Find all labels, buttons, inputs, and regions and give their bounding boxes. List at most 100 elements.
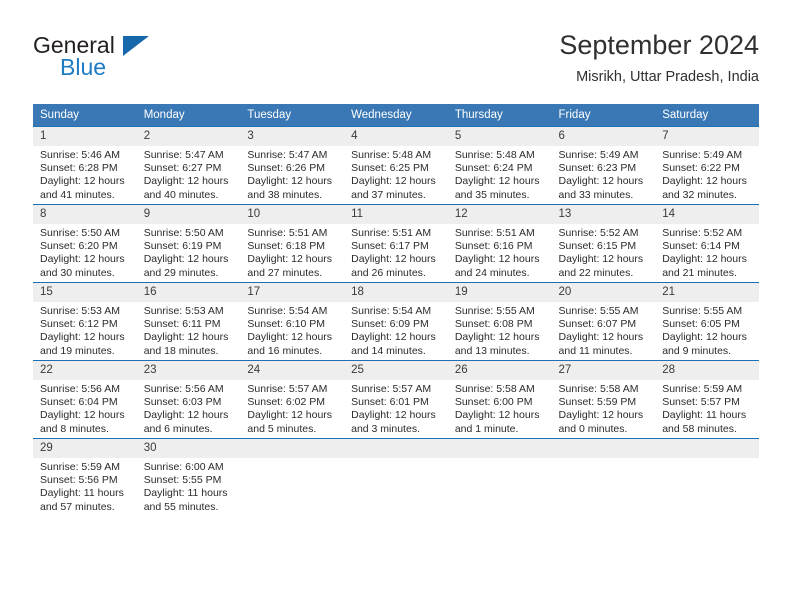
daylight-text-line1: Daylight: 12 hours xyxy=(143,409,229,422)
daylight-text-line2: and 1 minute. xyxy=(454,422,519,435)
day-number: 15 xyxy=(33,283,137,302)
day-number: 21 xyxy=(655,283,759,302)
daylight-text-line1: Daylight: 12 hours xyxy=(351,253,436,266)
day-number xyxy=(447,439,552,458)
daylight-text-line2: and 26 minutes. xyxy=(351,266,426,279)
day-number: 11 xyxy=(344,205,448,224)
daylight-text-line1: Daylight: 12 hours xyxy=(247,175,333,188)
calendar-day-cell[interactable]: 26 Sunrise: 5:58 AM Sunset: 6:00 PM Dayligh… xyxy=(447,360,552,439)
day-details: Sunrise: 6:00 AM Sunset: 5:55 PM Daylight:… xyxy=(137,458,241,514)
sunset-text: Sunset: 6:15 PM xyxy=(558,240,637,253)
day-details: Sunrise: 5:50 AM Sunset: 6:20 PM Daylight:… xyxy=(33,224,137,280)
day-details: Sunrise: 5:59 AM Sunset: 5:57 PM Daylight:… xyxy=(655,380,759,436)
daylight-text-line2: and 9 minutes. xyxy=(662,344,732,357)
calendar-day-cell[interactable]: 9 Sunrise: 5:50 AM Sunset: 6:19 PM Daylight… xyxy=(136,204,241,283)
calendar-day-cell[interactable]: 15 Sunrise: 5:53 AM Sunset: 6:12 PM Dayligh… xyxy=(33,282,137,361)
daylight-text-line1: Daylight: 12 hours xyxy=(454,175,540,188)
day-details: Sunrise: 5:53 AM Sunset: 6:12 PM Daylight:… xyxy=(33,302,137,358)
sunrise-text: Sunrise: 5:47 AM xyxy=(143,149,224,161)
sunrise-text: Sunrise: 5:53 AM xyxy=(143,305,224,317)
daylight-text-line2: and 29 minutes. xyxy=(143,266,219,279)
title-block: September 2024 Misrikh, Uttar Pradesh, I… xyxy=(559,28,759,88)
sunset-text: Sunset: 5:55 PM xyxy=(143,474,222,487)
day-details: Sunrise: 5:50 AM Sunset: 6:19 PM Daylight:… xyxy=(137,224,241,280)
sunset-text: Sunset: 6:04 PM xyxy=(40,396,118,409)
calendar-day-cell[interactable]: 1 Sunrise: 5:46 AM Sunset: 6:28 PM Daylight… xyxy=(33,126,137,205)
calendar-day-cell[interactable]: 25 Sunrise: 5:57 AM Sunset: 6:01 PM Dayligh… xyxy=(344,360,448,439)
daylight-text-line2: and 5 minutes. xyxy=(247,422,317,435)
calendar-day-cell[interactable]: 13 Sunrise: 5:52 AM Sunset: 6:15 PM Dayligh… xyxy=(551,204,656,283)
calendar-day-cell[interactable]: 8 Sunrise: 5:50 AM Sunset: 6:20 PM Daylight… xyxy=(33,204,137,283)
sunset-text: Sunset: 6:27 PM xyxy=(143,162,222,175)
day-number: 17 xyxy=(240,283,345,302)
calendar-day-cell[interactable]: 5 Sunrise: 5:48 AM Sunset: 6:24 PM Daylight… xyxy=(447,126,552,205)
daylight-text-line2: and 3 minutes. xyxy=(351,422,420,435)
weekday-header-tuesday: Tuesday xyxy=(240,104,345,127)
sunrise-text: Sunrise: 5:50 AM xyxy=(143,227,224,239)
weekday-header-monday: Monday xyxy=(136,104,241,127)
day-details: Sunrise: 5:49 AM Sunset: 6:22 PM Daylight:… xyxy=(655,146,759,202)
daylight-text-line2: and 19 minutes. xyxy=(40,344,115,357)
daylight-text-line1: Daylight: 12 hours xyxy=(351,409,436,422)
weekday-header-saturday: Saturday xyxy=(655,104,759,127)
calendar-day-cell[interactable]: 7 Sunrise: 5:49 AM Sunset: 6:22 PM Daylight… xyxy=(655,126,759,205)
calendar-day-cell[interactable]: 23 Sunrise: 5:56 AM Sunset: 6:03 PM Dayligh… xyxy=(136,360,241,439)
daylight-text-line2: and 40 minutes. xyxy=(143,188,219,201)
calendar-day-cell[interactable]: 29 Sunrise: 5:59 AM Sunset: 5:56 PM Dayligh… xyxy=(33,438,137,516)
sunrise-text: Sunrise: 5:48 AM xyxy=(454,149,535,161)
calendar-day-cell[interactable]: 16 Sunrise: 5:53 AM Sunset: 6:11 PM Dayligh… xyxy=(136,282,241,361)
daylight-text-line1: Daylight: 12 hours xyxy=(454,253,540,266)
calendar-week-row: 22 Sunrise: 5:56 AM Sunset: 6:04 PM Dayligh… xyxy=(33,360,759,439)
sunrise-text: Sunrise: 5:48 AM xyxy=(351,149,432,161)
calendar-day-cell[interactable]: 10 Sunrise: 5:51 AM Sunset: 6:18 PM Dayligh… xyxy=(240,204,345,283)
calendar-day-cell[interactable]: 21 Sunrise: 5:55 AM Sunset: 6:05 PM Dayligh… xyxy=(655,282,759,361)
calendar-day-cell[interactable]: 22 Sunrise: 5:56 AM Sunset: 6:04 PM Dayligh… xyxy=(33,360,137,439)
daylight-text-line1: Daylight: 12 hours xyxy=(247,253,333,266)
day-details: Sunrise: 5:59 AM Sunset: 5:56 PM Daylight:… xyxy=(33,458,137,514)
sunrise-text: Sunrise: 5:51 AM xyxy=(247,227,328,239)
brand-logo[interactable]: General Blue xyxy=(33,32,253,90)
calendar-day-cell[interactable]: 14 Sunrise: 5:52 AM Sunset: 6:14 PM Dayligh… xyxy=(655,204,759,283)
calendar-day-cell[interactable]: 17 Sunrise: 5:54 AM Sunset: 6:10 PM Dayligh… xyxy=(240,282,345,361)
day-number: 16 xyxy=(136,283,241,302)
calendar-day-cell[interactable]: 19 Sunrise: 5:55 AM Sunset: 6:08 PM Dayligh… xyxy=(447,282,552,361)
day-details: Sunrise: 5:56 AM Sunset: 6:03 PM Daylight:… xyxy=(137,380,241,436)
calendar-day-cell[interactable]: 4 Sunrise: 5:48 AM Sunset: 6:25 PM Daylight… xyxy=(344,126,448,205)
day-number: 1 xyxy=(33,127,137,146)
day-number: 24 xyxy=(240,361,345,380)
sunrise-text: Sunrise: 5:52 AM xyxy=(662,227,743,239)
day-details: Sunrise: 5:55 AM Sunset: 6:05 PM Daylight:… xyxy=(655,302,759,358)
day-number: 27 xyxy=(551,361,656,380)
calendar-day-cell[interactable]: 24 Sunrise: 5:57 AM Sunset: 6:02 PM Dayligh… xyxy=(240,360,345,439)
daylight-text-line1: Daylight: 12 hours xyxy=(247,409,333,422)
daylight-text-line2: and 8 minutes. xyxy=(40,422,109,435)
day-number: 3 xyxy=(240,127,345,146)
calendar-day-cell[interactable]: 11 Sunrise: 5:51 AM Sunset: 6:17 PM Dayligh… xyxy=(344,204,448,283)
day-details: Sunrise: 5:54 AM Sunset: 6:10 PM Daylight:… xyxy=(240,302,344,358)
triangle-icon xyxy=(123,36,149,56)
sunset-text: Sunset: 6:12 PM xyxy=(40,318,118,331)
page-title: September 2024 xyxy=(559,30,759,60)
day-number: 30 xyxy=(136,439,241,458)
daylight-text-line2: and 57 minutes. xyxy=(40,500,115,513)
calendar-day-cell[interactable]: 28 Sunrise: 5:59 AM Sunset: 5:57 PM Dayligh… xyxy=(655,360,759,439)
daylight-text-line2: and 35 minutes. xyxy=(454,188,530,201)
daylight-text-line2: and 13 minutes. xyxy=(454,344,530,357)
day-details: Sunrise: 5:55 AM Sunset: 6:08 PM Daylight:… xyxy=(448,302,552,358)
daylight-text-line1: Daylight: 12 hours xyxy=(558,331,644,344)
calendar-day-cell[interactable]: 30 Sunrise: 6:00 AM Sunset: 5:55 PM Dayligh… xyxy=(136,438,241,516)
daylight-text-line1: Daylight: 12 hours xyxy=(143,331,229,344)
daylight-text-line2: and 11 minutes. xyxy=(558,344,633,357)
calendar-day-cell[interactable]: 20 Sunrise: 5:55 AM Sunset: 6:07 PM Dayligh… xyxy=(551,282,656,361)
calendar-day-cell[interactable]: 2 Sunrise: 5:47 AM Sunset: 6:27 PM Daylight… xyxy=(136,126,241,205)
calendar-day-cell[interactable]: 18 Sunrise: 5:54 AM Sunset: 6:09 PM Dayligh… xyxy=(344,282,448,361)
daylight-text-line1: Daylight: 12 hours xyxy=(143,253,229,266)
calendar-day-cell[interactable]: 27 Sunrise: 5:58 AM Sunset: 5:59 PM Dayligh… xyxy=(551,360,656,439)
calendar-week-row: 8 Sunrise: 5:50 AM Sunset: 6:20 PM Daylight… xyxy=(33,204,759,283)
calendar-day-cell[interactable]: 3 Sunrise: 5:47 AM Sunset: 6:26 PM Daylight… xyxy=(240,126,345,205)
day-number: 18 xyxy=(344,283,448,302)
calendar-day-cell[interactable]: 6 Sunrise: 5:49 AM Sunset: 6:23 PM Daylight… xyxy=(551,126,656,205)
daylight-text-line1: Daylight: 12 hours xyxy=(143,175,229,188)
calendar-day-cell[interactable]: 12 Sunrise: 5:51 AM Sunset: 6:16 PM Dayligh… xyxy=(447,204,552,283)
sunrise-text: Sunrise: 5:46 AM xyxy=(40,149,120,161)
